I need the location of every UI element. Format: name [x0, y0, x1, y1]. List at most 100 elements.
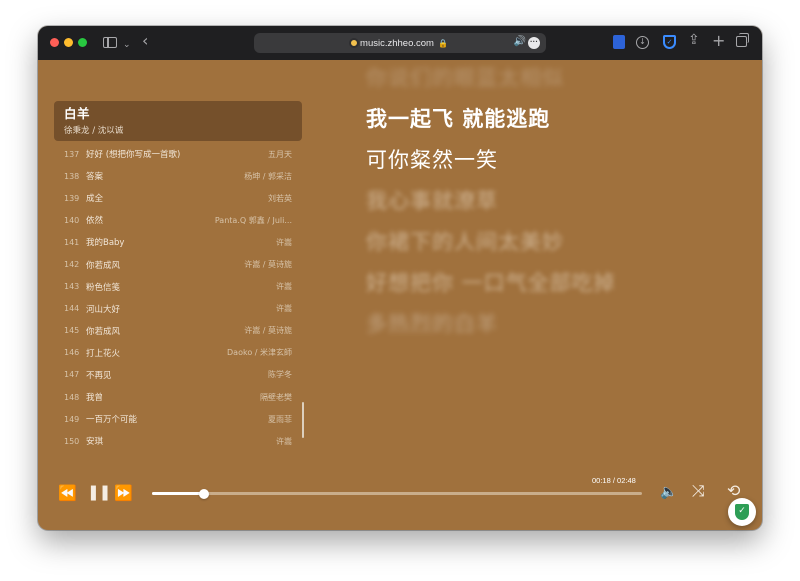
tab-overview-icon[interactable] — [736, 33, 749, 47]
vpn-shield-icon[interactable]: ✓ — [663, 35, 676, 49]
player-controls: ⏪ ❚❚ ⏩ 00:18 / 02:48 🔈 ⤨ ⟲ — [38, 466, 762, 516]
song-title: 不再见 — [86, 370, 112, 381]
song-row[interactable]: 141 我的Baby 许嵩 — [54, 231, 302, 253]
song-number: 149 — [64, 414, 80, 424]
song-number: 138 — [64, 171, 80, 181]
song-row[interactable]: 142 你若成风 许嵩 / 莫诗旎 — [54, 253, 302, 275]
volume-button[interactable]: 🔈 — [660, 484, 677, 500]
song-number: 148 — [64, 392, 80, 402]
song-title: 答案 — [86, 172, 104, 183]
song-row[interactable]: 140 依然 Panta.Q 郭鑫 / Juli... — [54, 209, 302, 231]
song-artist: 许嵩 — [276, 436, 292, 446]
playlist-panel: 白羊 徐秉龙 / 沈以诚 137 好好 (想把你写成一首歌) 五月天 138 答案 杨坤 … — [54, 101, 302, 452]
progress-bar[interactable] — [152, 488, 642, 499]
progress-fill — [152, 492, 205, 495]
back-arrow-icon[interactable]: ‹ — [142, 33, 148, 49]
lyric-line: 可你粲然一笑 — [366, 148, 498, 172]
song-number: 147 — [64, 370, 80, 380]
progress-knob[interactable] — [199, 488, 210, 499]
address-bar[interactable]: music.zhheo.com 🔒 🔊 ··· — [254, 33, 546, 53]
song-row[interactable]: 137 好好 (想把你写成一首歌) 五月天 — [54, 143, 302, 165]
song-number: 142 — [64, 260, 80, 270]
security-badge[interactable]: ✓ — [728, 498, 756, 526]
song-title: 我的Baby — [86, 238, 125, 249]
lyric-line: 你裙下的人间太美妙 — [366, 230, 564, 254]
download-icon[interactable]: ↓ — [636, 36, 649, 49]
song-artist: 杨坤 / 郭采洁 — [244, 171, 292, 181]
now-playing-artist: 徐秉龙 / 沈以诚 — [64, 126, 124, 136]
browser-titlebar: ⌄ ‹ music.zhheo.com 🔒 🔊 ··· ↓ ✓ ⇪ + — [38, 26, 762, 60]
site-favicon-icon — [349, 38, 359, 48]
song-row[interactable]: 138 答案 杨坤 / 郭采洁 — [54, 165, 302, 187]
song-title: 打上花火 — [86, 348, 121, 359]
song-number: 150 — [64, 436, 80, 446]
song-title: 依然 — [86, 216, 104, 227]
song-row[interactable]: 147 不再见 陈学冬 — [54, 364, 302, 386]
audio-playing-icon[interactable]: 🔊 — [514, 36, 526, 47]
close-window-button[interactable] — [50, 38, 59, 47]
lyric-line: 我一起飞 就能逃跑 — [366, 107, 551, 131]
now-playing-card[interactable]: 白羊 徐秉龙 / 沈以诚 — [54, 101, 302, 141]
song-row[interactable]: 144 河山大好 许嵩 — [54, 298, 302, 320]
sidebar-toggle-icon[interactable] — [103, 37, 117, 48]
song-artist: 许嵩 — [276, 304, 292, 314]
song-number: 145 — [64, 326, 80, 336]
song-title: 河山大好 — [86, 304, 121, 315]
song-title: 成全 — [86, 194, 104, 205]
song-number: 137 — [64, 149, 80, 159]
song-title: 一百万个可能 — [86, 415, 138, 426]
lyric-line: 多热烈的白羊 — [366, 312, 498, 336]
song-row[interactable]: 145 你若成风 许嵩 / 莫诗旎 — [54, 320, 302, 342]
song-number: 141 — [64, 237, 80, 247]
song-artist: 陈学冬 — [268, 370, 292, 380]
song-row[interactable]: 149 一百万个可能 夏雨菲 — [54, 408, 302, 430]
song-number: 146 — [64, 348, 80, 358]
lock-icon: 🔒 — [437, 38, 448, 48]
song-artist: 隔壁老樊 — [260, 392, 292, 402]
song-row[interactable]: 143 粉色信笺 许嵩 — [54, 276, 302, 298]
playlist-scrollbar[interactable] — [302, 402, 304, 438]
song-artist: 许嵩 / 莫诗旎 — [244, 326, 292, 336]
extension-badge-icon[interactable] — [613, 35, 625, 49]
repeat-button[interactable]: ⟲ — [727, 483, 740, 499]
song-artist: 夏雨菲 — [268, 414, 292, 424]
song-title: 粉色信笺 — [86, 282, 121, 293]
shield-check-icon: ✓ — [735, 504, 749, 520]
browser-window: ⌄ ‹ music.zhheo.com 🔒 🔊 ··· ↓ ✓ ⇪ + 白羊 徐… — [38, 26, 762, 530]
song-row[interactable]: 148 我曾 隔壁老樊 — [54, 386, 302, 408]
lyric-line: 好想把你 一口气全部吃掉 — [366, 271, 616, 295]
lyric-line: 我心事就潦草 — [366, 189, 498, 213]
song-list: 137 好好 (想把你写成一首歌) 五月天 138 答案 杨坤 / 郭采洁 139 成全 刘若英… — [54, 143, 302, 452]
time-readout: 00:18 / 02:48 — [592, 476, 636, 485]
song-row[interactable]: 139 成全 刘若英 — [54, 187, 302, 209]
song-title: 我曾 — [86, 393, 104, 404]
new-tab-icon[interactable]: + — [712, 31, 725, 50]
next-track-button[interactable]: ⏩ — [114, 485, 133, 501]
song-title: 好好 (想把你写成一首歌) — [86, 150, 181, 161]
song-title: 安琪 — [86, 437, 104, 448]
lyrics-panel: 你说们的眼蓝太相似 我一起飞 就能逃跑 可你粲然一笑 我心事就潦草 你裙下的人间太美妙… — [366, 66, 746, 352]
song-row[interactable]: 146 打上花火 Daoko / 米津玄師 — [54, 342, 302, 364]
song-number: 139 — [64, 193, 80, 203]
shuffle-button[interactable]: ⤨ — [692, 483, 705, 499]
previous-track-button[interactable]: ⏪ — [58, 485, 77, 501]
now-playing-title: 白羊 — [64, 106, 91, 121]
song-artist: 许嵩 — [276, 237, 292, 247]
song-artist: 许嵩 / 莫诗旎 — [244, 260, 292, 270]
song-artist: 五月天 — [268, 149, 292, 159]
minimize-window-button[interactable] — [64, 38, 73, 47]
song-artist: Daoko / 米津玄師 — [227, 348, 292, 358]
chevron-down-icon[interactable]: ⌄ — [123, 37, 131, 53]
zoom-window-button[interactable] — [78, 38, 87, 47]
url-text: music.zhheo.com — [360, 37, 434, 49]
more-options-icon[interactable]: ··· — [528, 37, 540, 49]
pause-button[interactable]: ❚❚ — [87, 484, 111, 500]
song-row[interactable]: 150 安琪 许嵩 — [54, 430, 302, 452]
song-title: 你若成风 — [86, 260, 121, 271]
song-number: 140 — [64, 215, 80, 225]
song-number: 143 — [64, 282, 80, 292]
share-icon[interactable]: ⇪ — [688, 32, 700, 48]
song-artist: Panta.Q 郭鑫 / Juli... — [214, 215, 292, 225]
song-artist: 许嵩 — [276, 282, 292, 292]
song-artist: 刘若英 — [268, 193, 292, 203]
